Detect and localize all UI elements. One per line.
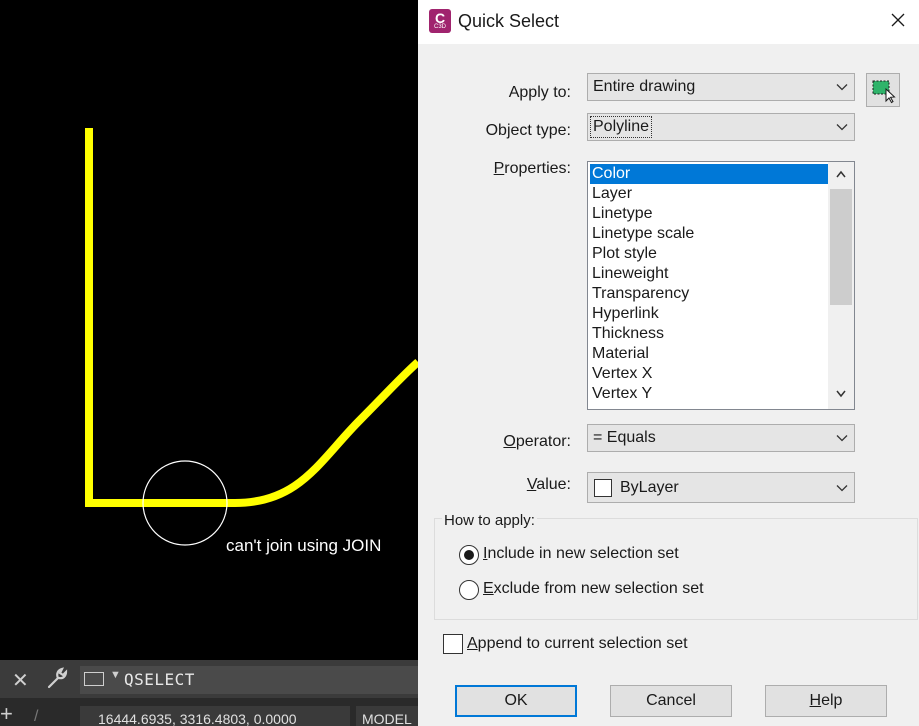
close-icon[interactable] [886, 8, 910, 32]
select-objects-button[interactable] [866, 73, 900, 107]
separator-icon: / [34, 708, 39, 725]
property-item[interactable]: Lineweight [590, 264, 830, 284]
dialog-title: Quick Select [458, 11, 560, 31]
object-type-value: Polyline [590, 116, 653, 138]
properties-list[interactable]: Color Layer Linetype Linetype scale Plot sty… [587, 161, 855, 410]
chevron-down-icon [836, 124, 848, 131]
chevron-up-icon[interactable] [836, 170, 846, 178]
annotation-text: can't join using JOIN [226, 536, 382, 555]
value-value: ByLayer [620, 479, 679, 496]
properties-scrollbar[interactable] [828, 162, 854, 409]
include-radio[interactable] [459, 545, 479, 565]
command-text: QSELECT [124, 670, 195, 689]
value-label: Value: [526, 476, 571, 493]
property-item[interactable]: Vertex X [590, 364, 830, 384]
help-button[interactable]: Help [765, 685, 887, 717]
cancel-button[interactable]: Cancel [610, 685, 732, 717]
command-input[interactable]: ▼ QSELECT [80, 666, 418, 694]
exclude-label[interactable]: Exclude from new selection set [483, 580, 704, 598]
object-type-label: Object type: [485, 122, 571, 139]
scroll-thumb[interactable] [830, 189, 852, 305]
app-icon-sub: C3D [433, 24, 446, 30]
command-line-bar: ✕ ▼ QSELECT [0, 660, 418, 698]
operator-label: Operator: [503, 433, 571, 450]
property-item[interactable]: Linetype [590, 204, 830, 224]
wrench-icon[interactable] [46, 666, 68, 690]
title-bar: C C3D Quick Select [418, 0, 919, 44]
properties-label: Properties: [493, 160, 571, 177]
close-icon[interactable]: ✕ [12, 668, 29, 693]
plus-icon[interactable]: + [0, 703, 13, 725]
property-item[interactable]: Material [590, 344, 830, 364]
apply-to-label: Apply to: [508, 84, 571, 101]
ok-button[interactable]: OK [455, 685, 577, 717]
include-label[interactable]: Include in new selection set [483, 545, 679, 563]
apply-to-dropdown[interactable]: Entire drawing [587, 73, 855, 101]
drawing-canvas[interactable]: can't join using JOIN ✕ ▼ QSELECT + / 16… [0, 0, 418, 726]
caret-down-icon[interactable]: ▼ [110, 669, 121, 681]
property-item[interactable]: Transparency [590, 284, 830, 304]
exclude-radio[interactable] [459, 580, 479, 600]
civil3d-app-icon: C C3D [429, 9, 451, 33]
operator-dropdown[interactable]: = Equals [587, 424, 855, 452]
operator-value: = Equals [593, 429, 656, 446]
property-item[interactable]: Color [590, 164, 830, 184]
property-item[interactable]: Layer [590, 184, 830, 204]
how-to-apply-label: How to apply: [442, 512, 537, 529]
drawing-svg [85, 128, 418, 546]
property-item[interactable]: Thickness [590, 324, 830, 344]
property-item[interactable]: Hyperlink [590, 304, 830, 324]
status-bar: + / 16444.6935, 3316.4803, 0.0000 MODEL [0, 698, 418, 726]
model-tab[interactable]: MODEL [356, 706, 418, 726]
command-prompt-icon [84, 672, 104, 686]
property-item[interactable]: Linetype scale [590, 224, 830, 244]
property-item[interactable]: Vertex Y [590, 384, 830, 404]
property-item[interactable]: Plot style [590, 244, 830, 264]
how-to-apply-group [434, 518, 918, 620]
append-label[interactable]: Append to current selection set [467, 635, 688, 653]
radio-dot [464, 550, 474, 560]
yellow-polyline[interactable] [85, 128, 418, 507]
object-type-dropdown[interactable]: Polyline [587, 113, 855, 141]
chevron-down-icon [836, 435, 848, 442]
quick-select-dialog: C C3D Quick Select Apply to: Entire draw… [418, 0, 919, 726]
apply-to-value: Entire drawing [593, 78, 696, 95]
chevron-down-icon[interactable] [836, 390, 846, 398]
coordinates-readout: 16444.6935, 3316.4803, 0.0000 [80, 706, 350, 726]
chevron-down-icon [836, 485, 848, 492]
append-checkbox[interactable] [443, 634, 463, 654]
select-objects-icon [872, 80, 896, 104]
color-swatch [594, 479, 612, 497]
chevron-down-icon [836, 84, 848, 91]
value-dropdown[interactable]: ByLayer [587, 472, 855, 503]
